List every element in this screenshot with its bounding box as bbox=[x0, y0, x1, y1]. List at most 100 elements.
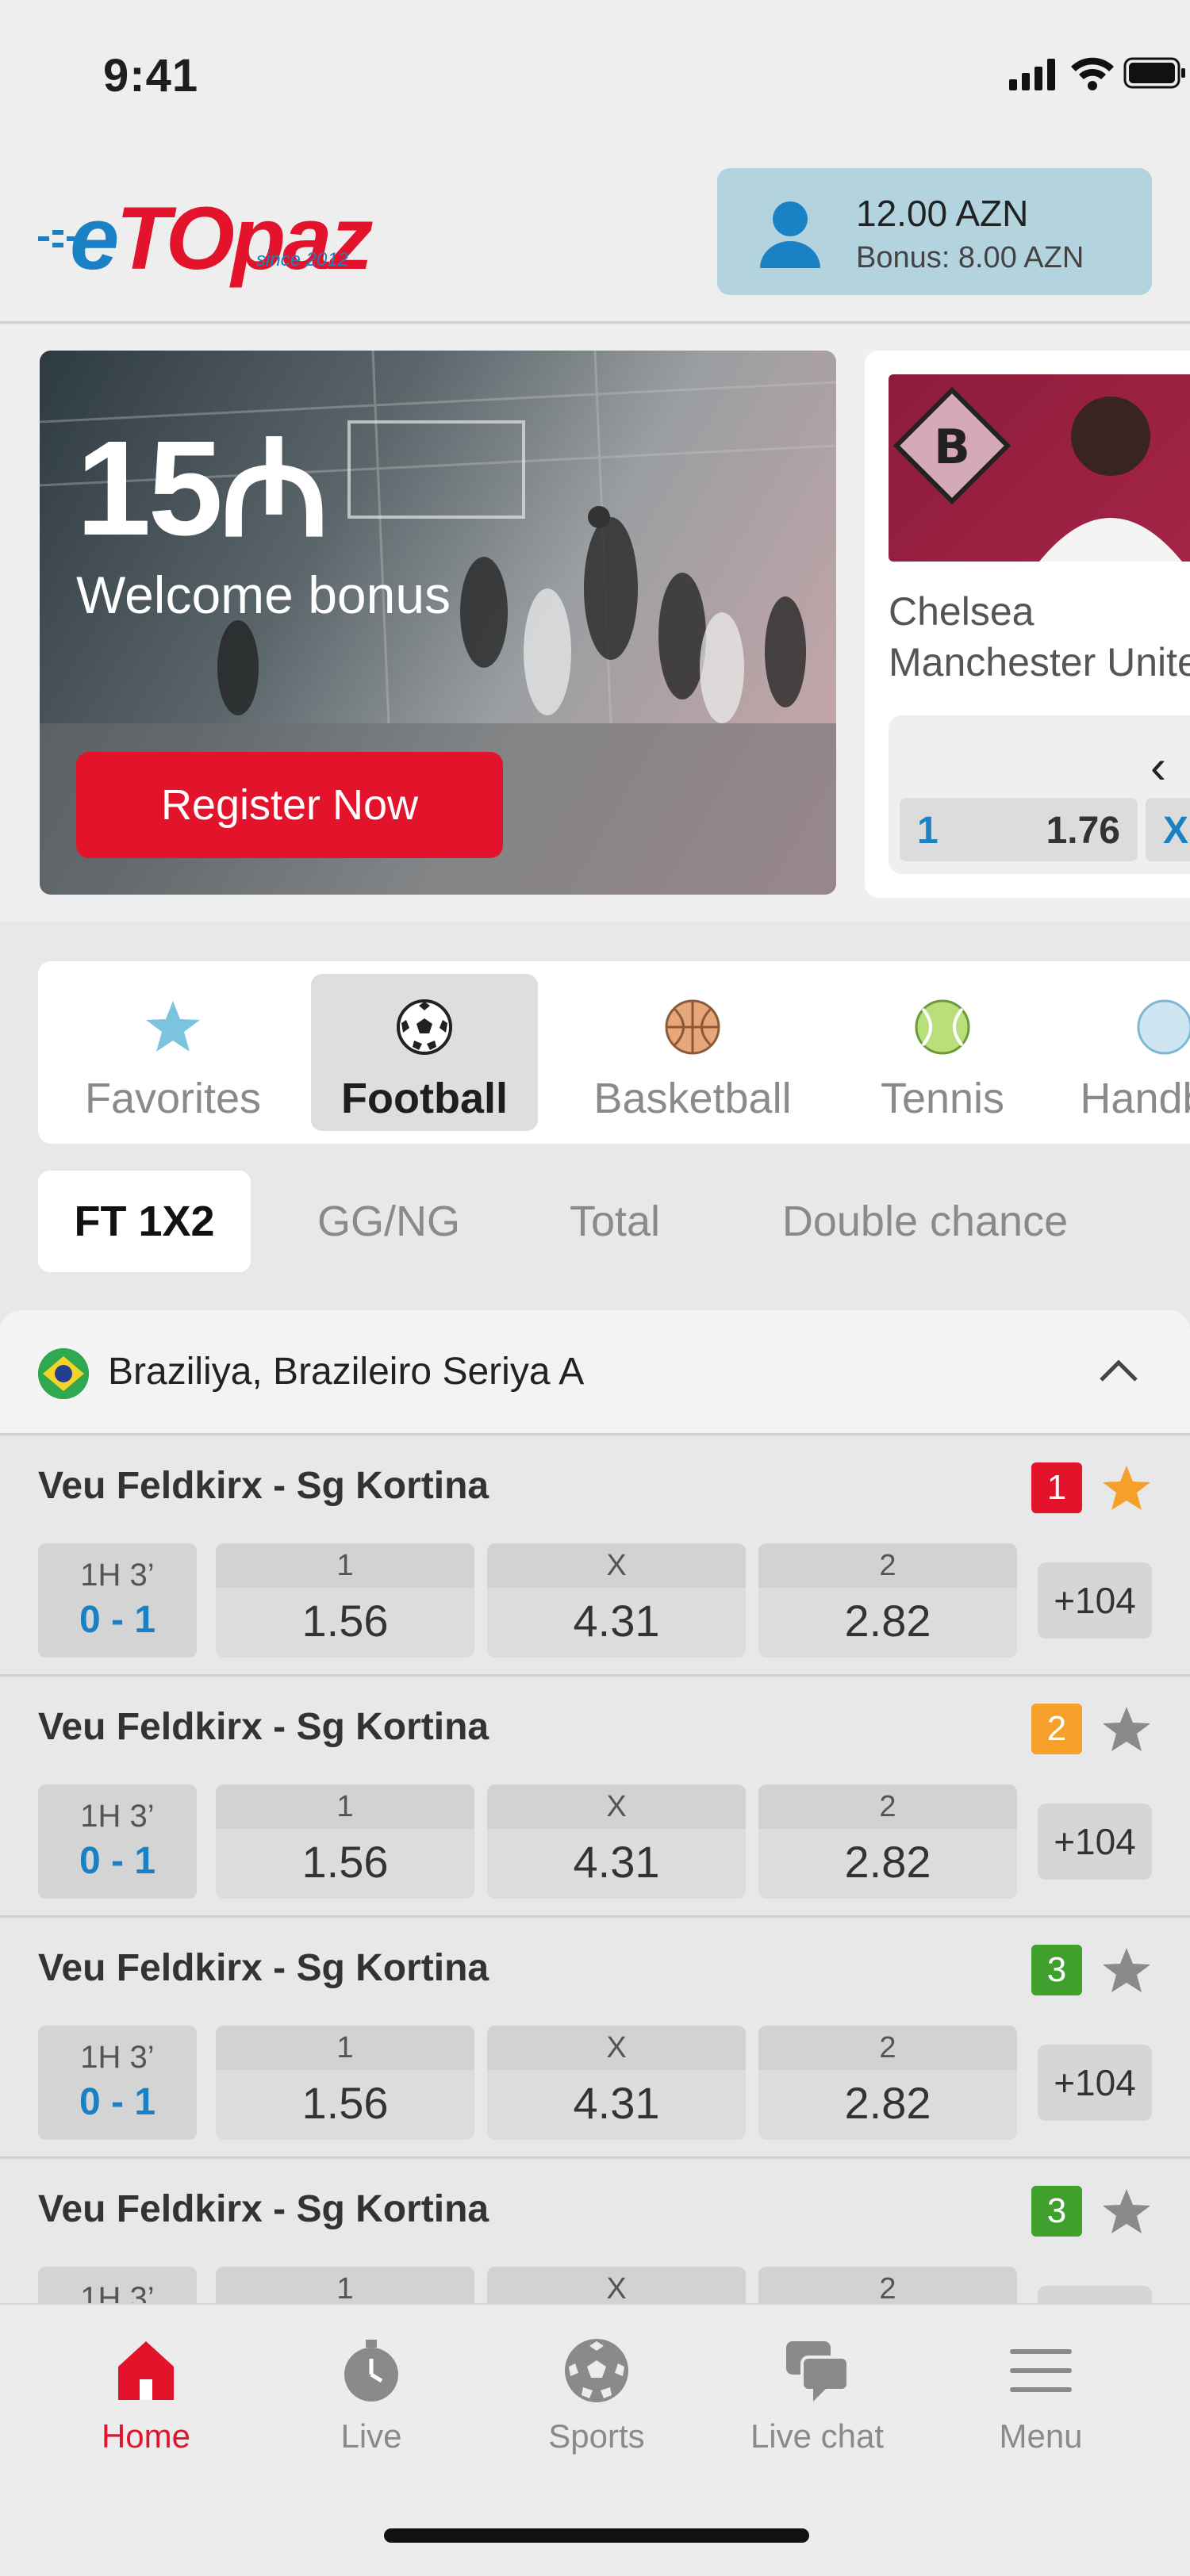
welcome-bonus-banner[interactable]: 15₼ Welcome bonus Register Now bbox=[40, 351, 836, 895]
cellular-signal-icon bbox=[1009, 59, 1055, 90]
match-score: 0 - 1 bbox=[79, 1599, 156, 1641]
home-indicator bbox=[384, 2528, 809, 2543]
event-row[interactable]: Veu Feldkirx - Sg Kortina 2 1H 3’ 0 - 1 1 1.5… bbox=[0, 1677, 1190, 1918]
odd-value: 2.82 bbox=[844, 1596, 931, 1646]
odd-button-2[interactable]: 2 2.82 bbox=[758, 2026, 1017, 2140]
odd-button-x[interactable]: X 4.31 bbox=[487, 1784, 746, 1899]
chevron-left-icon[interactable]: ‹ bbox=[1150, 739, 1166, 794]
star-icon bbox=[146, 1001, 200, 1052]
live-score-box: 1H 3’ 0 - 1 bbox=[38, 1784, 197, 1899]
odd-value: 1.56 bbox=[301, 1837, 389, 1887]
odd-button-1[interactable]: 1 1.56 bbox=[216, 2026, 474, 2140]
stopwatch-icon bbox=[344, 2340, 398, 2402]
home-icon bbox=[118, 2341, 174, 2400]
logo-tagline: since 2012 bbox=[256, 249, 349, 270]
favorite-star-icon[interactable] bbox=[1101, 1704, 1152, 1754]
match-time: 1H 3’ bbox=[80, 2040, 155, 2075]
tab-ft-1x2[interactable]: FT 1X2 bbox=[38, 1171, 251, 1272]
odd-value: 4.31 bbox=[573, 1596, 660, 1646]
odd-button-1[interactable]: 1 1.56 bbox=[216, 1543, 474, 1658]
league-header[interactable]: Braziliya, Brazileiro Seriya A bbox=[0, 1310, 1190, 1436]
nav-menu[interactable]: Menu bbox=[946, 2335, 1136, 2455]
battery-icon bbox=[1123, 57, 1185, 89]
tab-football[interactable]: Football bbox=[311, 974, 538, 1131]
match-odds-panel: ‹ 1 1.76 X bbox=[889, 715, 1190, 874]
user-icon bbox=[760, 201, 820, 268]
chat-icon bbox=[786, 2341, 850, 2402]
tab-gg-ng[interactable]: GG/NG bbox=[294, 1171, 484, 1272]
tennis-icon bbox=[915, 999, 970, 1055]
tab-total[interactable]: Total bbox=[539, 1171, 690, 1272]
odd-button-x[interactable]: X 4.31 bbox=[487, 1543, 746, 1658]
nav-sports[interactable]: Sports bbox=[501, 2335, 692, 2455]
match-time: 1H 3’ bbox=[80, 1558, 155, 1593]
odd-label: 1 bbox=[216, 2026, 474, 2070]
event-rank-badge: 3 bbox=[1031, 1945, 1082, 1995]
football-icon bbox=[397, 999, 452, 1055]
brazil-flag-icon bbox=[38, 1348, 89, 1399]
odd-button-2[interactable]: 2 2.82 bbox=[758, 1784, 1017, 1899]
wifi-icon bbox=[1071, 57, 1114, 90]
football-icon bbox=[565, 2339, 628, 2402]
odd-label: 2 bbox=[758, 1543, 1017, 1588]
odd-value: 1.56 bbox=[301, 2078, 389, 2128]
handball-icon bbox=[1137, 999, 1190, 1055]
match-score: 0 - 1 bbox=[79, 2081, 156, 2123]
match-promo-image: B bbox=[889, 374, 1190, 562]
event-teams: Veu Feldkirx - Sg Kortina bbox=[38, 2188, 489, 2230]
account-balance-button[interactable]: 12.00 AZN Bonus: 8.00 AZN bbox=[717, 168, 1152, 295]
odd-value: 2.82 bbox=[844, 1837, 931, 1887]
featured-match-card[interactable]: B Chelsea Manchester United ‹ 1 1.76 X bbox=[865, 351, 1190, 898]
tab-favorites[interactable]: Favorites bbox=[54, 974, 292, 1131]
bonus-title: Welcome bonus bbox=[76, 565, 451, 624]
favorite-star-icon[interactable] bbox=[1101, 2186, 1152, 2237]
odd-label: 2 bbox=[758, 2026, 1017, 2070]
odd-value: 4.31 bbox=[573, 1837, 660, 1887]
logo-wordmark: eTOpaz bbox=[70, 189, 374, 288]
match-team-home: Chelsea bbox=[889, 589, 1035, 634]
tab-handball[interactable]: Handball bbox=[1069, 974, 1190, 1131]
account-bonus: Bonus: 8.00 AZN bbox=[856, 241, 1084, 274]
nav-live-chat[interactable]: Live chat bbox=[722, 2335, 912, 2455]
tab-double-chance[interactable]: Double chance bbox=[750, 1171, 1100, 1272]
event-rank-badge: 2 bbox=[1031, 1704, 1082, 1754]
odd-button-x[interactable]: X 4.31 bbox=[487, 2026, 746, 2140]
odd-label: X bbox=[487, 1784, 746, 1829]
tab-tennis[interactable]: Tennis bbox=[847, 974, 1038, 1131]
match-odd-1[interactable]: 1 1.76 bbox=[900, 798, 1138, 861]
event-teams: Veu Feldkirx - Sg Kortina bbox=[38, 1947, 489, 1989]
basketball-icon bbox=[665, 999, 720, 1055]
nav-home[interactable]: Home bbox=[51, 2335, 241, 2455]
odd-value: 1.56 bbox=[301, 1596, 389, 1646]
odd-value: 2.82 bbox=[844, 2078, 931, 2128]
status-time: 9:41 bbox=[103, 50, 199, 102]
match-time: 1H 3’ bbox=[80, 1799, 155, 1834]
sports-tabs: Favorites Football Basketball Tennis Han… bbox=[38, 961, 1190, 1144]
event-row[interactable]: Veu Feldkirx - Sg Kortina 3 1H 3’ 0 - 1 1 1.5… bbox=[0, 1918, 1190, 2159]
brand-logo[interactable]: eTOpaz since 2012 bbox=[38, 187, 411, 288]
event-row[interactable]: Veu Feldkirx - Sg Kortina 1 1H 3’ 0 - 1 1 1.5… bbox=[0, 1436, 1190, 1677]
match-odd-x[interactable]: X bbox=[1146, 798, 1190, 861]
more-markets-button[interactable]: +104 bbox=[1038, 1804, 1152, 1880]
match-score: 0 - 1 bbox=[79, 1840, 156, 1882]
tab-basketball[interactable]: Basketball bbox=[562, 974, 823, 1131]
odd-label: 1 bbox=[216, 1784, 474, 1829]
favorite-star-icon[interactable] bbox=[1101, 1462, 1152, 1513]
svg-text:B: B bbox=[934, 420, 970, 475]
event-rank-badge: 1 bbox=[1031, 1462, 1082, 1513]
more-markets-button[interactable]: +104 bbox=[1038, 1562, 1152, 1639]
odd-label: 1 bbox=[216, 1543, 474, 1588]
odd-button-1[interactable]: 1 1.56 bbox=[216, 1784, 474, 1899]
odd-label: 2 bbox=[758, 1784, 1017, 1829]
live-score-box: 1H 3’ 0 - 1 bbox=[38, 1543, 197, 1658]
favorite-star-icon[interactable] bbox=[1101, 1945, 1152, 1995]
odd-value: 4.31 bbox=[573, 2078, 660, 2128]
odd-label: X bbox=[487, 1543, 746, 1588]
register-now-button[interactable]: Register Now bbox=[76, 752, 503, 858]
more-markets-button[interactable]: +104 bbox=[1038, 2045, 1152, 2121]
odd-button-2[interactable]: 2 2.82 bbox=[758, 1543, 1017, 1658]
odd-label: X bbox=[487, 2026, 746, 2070]
nav-live[interactable]: Live bbox=[276, 2335, 466, 2455]
account-balance: 12.00 AZN bbox=[856, 193, 1029, 234]
chevron-up-icon[interactable] bbox=[1095, 1347, 1142, 1394]
